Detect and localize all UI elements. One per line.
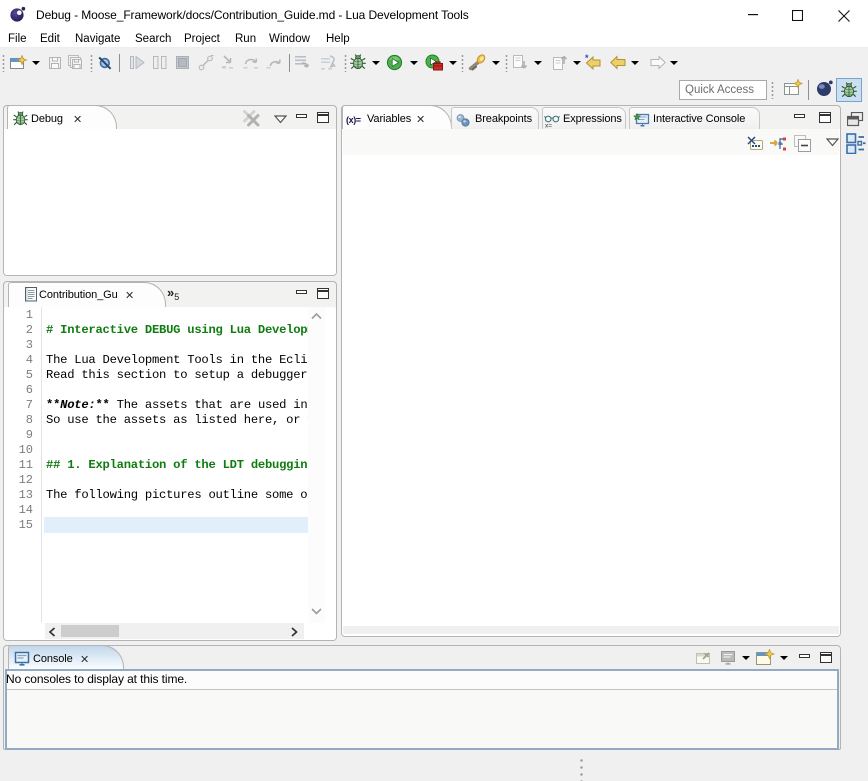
svg-text:x=: x= [545, 123, 552, 129]
svg-text:*: * [585, 54, 589, 63]
